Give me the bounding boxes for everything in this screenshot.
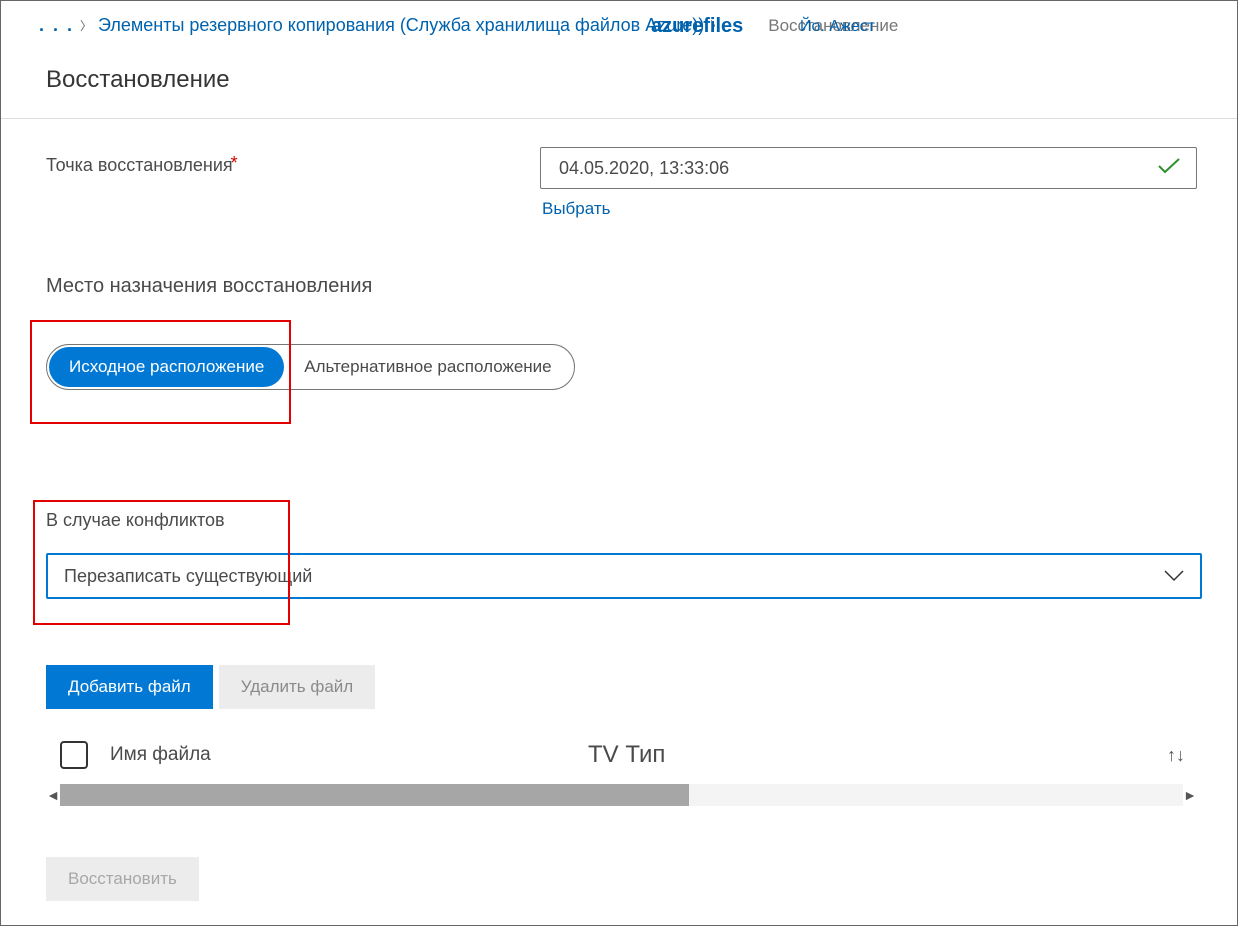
restore-point-input[interactable]: 04.05.2020, 13:33:06 <box>540 147 1197 189</box>
destination-alternate-option[interactable]: Альтернативное расположение <box>284 347 571 387</box>
scroll-left-icon[interactable]: ◄ <box>46 787 60 803</box>
chevron-right-icon: 〉 <box>80 17 92 34</box>
column-header-type[interactable]: TV Тип <box>588 741 665 769</box>
breadcrumb-ellipsis[interactable]: . . . <box>39 15 74 36</box>
breadcrumb-secondary-overlay[interactable]: Йо. Ажест <box>800 18 875 36</box>
destination-toggle: Исходное расположение Альтернативное рас… <box>46 344 575 390</box>
sort-icon[interactable]: ↑↓ <box>1167 745 1185 766</box>
breadcrumb-azurefiles-overlay[interactable]: azurefiles <box>651 15 743 38</box>
page-title: Восстановление <box>1 46 1237 119</box>
add-file-button[interactable]: Добавить файл <box>46 665 213 709</box>
horizontal-scrollbar[interactable]: ◄ ► <box>46 783 1197 807</box>
file-table-header: Имя файла TV Тип ↑↓ <box>46 741 1197 769</box>
select-restore-point-link[interactable]: Выбрать <box>542 199 610 219</box>
required-asterisk-icon: * <box>231 153 238 173</box>
restore-button: Восстановить <box>46 857 199 901</box>
column-header-filename[interactable]: Имя файла <box>110 744 610 766</box>
restore-destination-label: Место назначения восстановления <box>46 275 1197 298</box>
restore-point-label: Точка восстановления* <box>46 147 540 176</box>
checkmark-icon <box>1158 157 1180 180</box>
chevron-down-icon <box>1164 570 1184 582</box>
scrollbar-track[interactable] <box>60 784 1183 806</box>
conflicts-label: В случае конфликтов <box>46 510 1197 531</box>
destination-original-option[interactable]: Исходное расположение <box>49 347 284 387</box>
conflicts-selected-value: Перезаписать существующий <box>64 566 312 587</box>
breadcrumb: . . . 〉 Элементы резервного копирования … <box>1 1 1237 46</box>
restore-point-value: 04.05.2020, 13:33:06 <box>559 158 729 179</box>
select-all-checkbox[interactable] <box>60 741 88 769</box>
breadcrumb-item-backup-elements[interactable]: Элементы резервного копирования (Служба … <box>98 15 704 36</box>
scrollbar-thumb[interactable] <box>60 784 689 806</box>
conflicts-select[interactable]: Перезаписать существующий <box>46 553 1202 599</box>
delete-file-button: Удалить файл <box>219 665 375 709</box>
scroll-right-icon[interactable]: ► <box>1183 787 1197 803</box>
